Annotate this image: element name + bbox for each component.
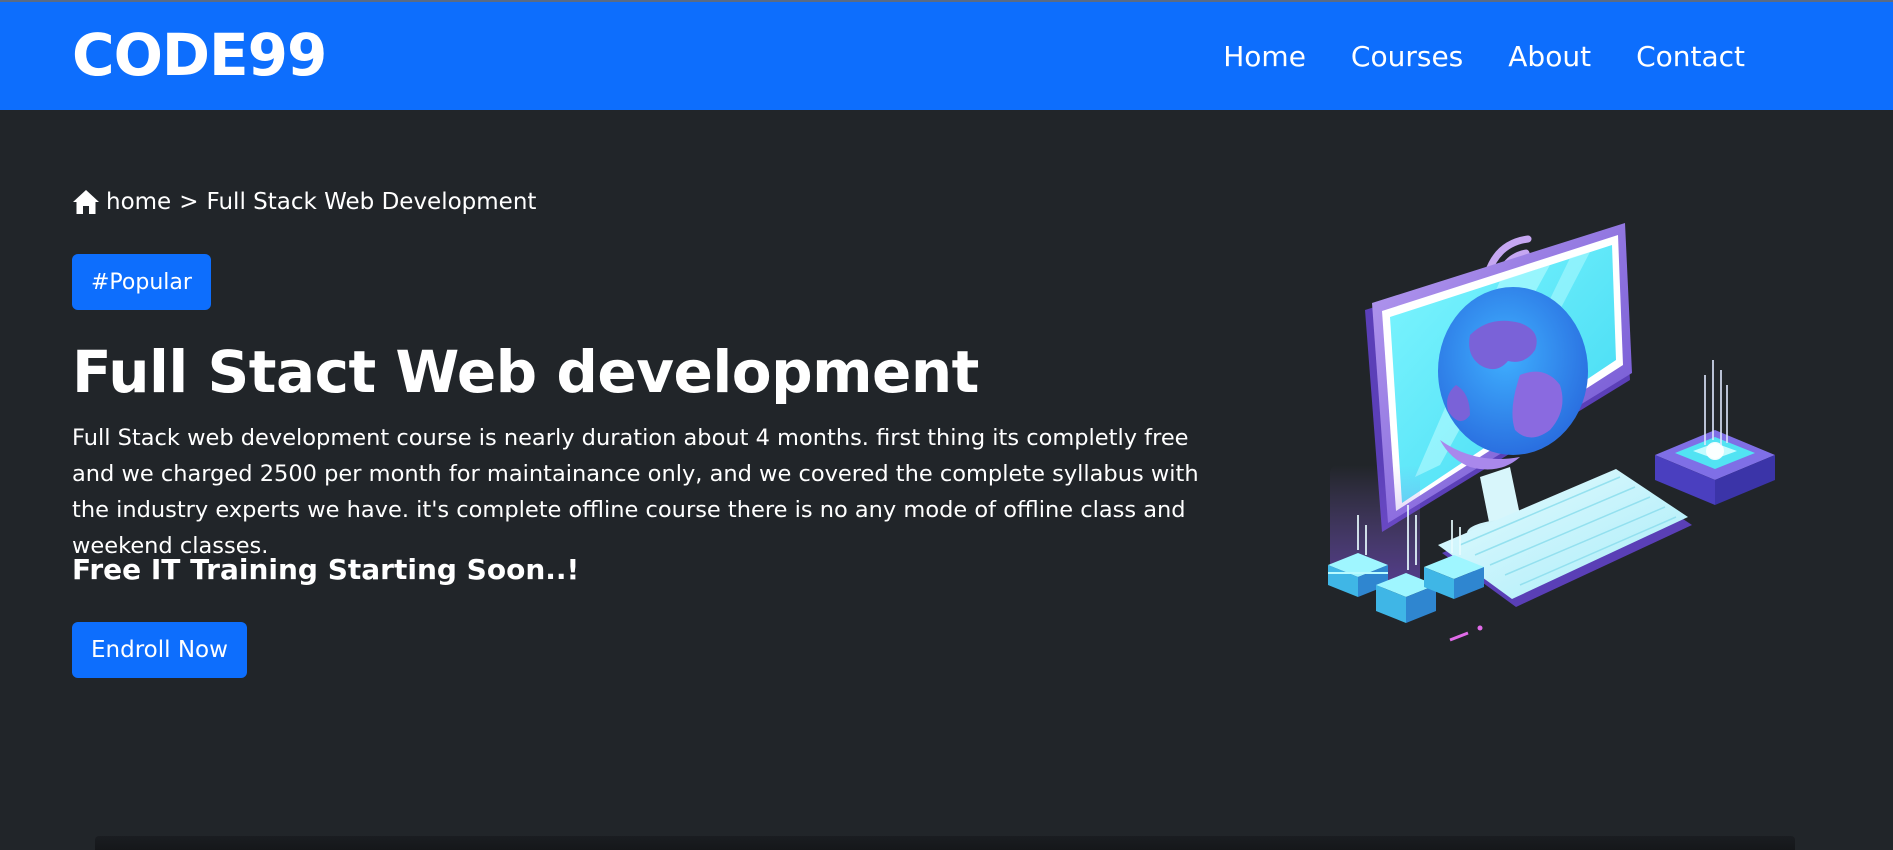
section-divider-shadow	[95, 836, 1795, 850]
home-icon[interactable]	[72, 189, 100, 215]
course-description: Full Stack web development course is nea…	[72, 425, 1199, 559]
nav-links: Home Courses About Contact	[1223, 2, 1745, 110]
nav-link-contact[interactable]: Contact	[1636, 40, 1745, 73]
breadcrumb-home-link[interactable]: home	[106, 189, 171, 215]
computer-globe-illustration	[1320, 215, 1780, 670]
top-navbar: CODE99 Home Courses About Contact	[0, 0, 1893, 110]
breadcrumb-separator: >	[179, 189, 199, 215]
training-announcement: Free IT Training Starting Soon..!	[72, 553, 580, 586]
nav-link-courses[interactable]: Courses	[1351, 40, 1463, 73]
enroll-button[interactable]: Endroll Now	[72, 622, 247, 678]
breadcrumb: home > Full Stack Web Development	[72, 186, 536, 218]
nav-link-home[interactable]: Home	[1223, 40, 1306, 73]
brand-logo[interactable]: CODE99	[72, 20, 327, 90]
nav-link-about[interactable]: About	[1508, 40, 1591, 73]
popular-badge[interactable]: #Popular	[72, 254, 211, 310]
breadcrumb-current: Full Stack Web Development	[206, 189, 537, 215]
page-title: Full Stact Web development	[72, 338, 979, 406]
